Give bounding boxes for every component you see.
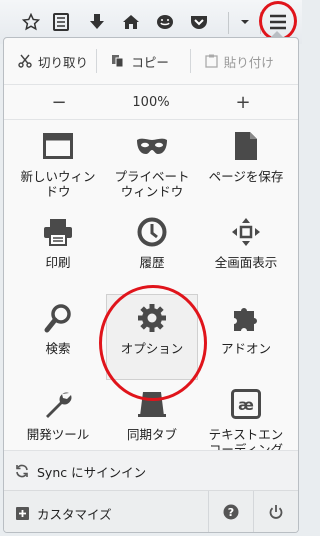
options-button[interactable]: オプション xyxy=(106,294,198,380)
tile-label: 新しいウィン ドウ xyxy=(20,169,96,199)
search-icon xyxy=(41,301,75,335)
tile-label: 印刷 xyxy=(45,255,71,270)
power-icon xyxy=(268,504,284,523)
scissors-icon xyxy=(18,54,32,68)
paste-button[interactable]: 貼り付け xyxy=(191,46,298,76)
svg-text:?: ? xyxy=(228,506,234,519)
tile-label: ページを保存 xyxy=(208,169,284,184)
copy-label: コピー xyxy=(131,54,169,70)
printer-icon xyxy=(41,215,75,249)
character-encoding-icon: æ xyxy=(229,387,263,421)
wrench-icon xyxy=(41,387,75,421)
tile-label: アドオン xyxy=(220,341,271,356)
private-window-button[interactable]: プライベート ウィンドウ xyxy=(106,122,198,208)
tile-label: 検索 xyxy=(45,341,71,356)
puzzle-icon xyxy=(229,301,263,335)
addons-button[interactable]: アドオン xyxy=(200,294,292,380)
main-menu-panel: 切り取り コピー 貼り付け − 100% + 新しいウィン ドウ プライベート … xyxy=(3,37,299,533)
help-icon: ? xyxy=(223,504,239,523)
overflow-chevron-down-icon[interactable] xyxy=(232,9,258,35)
save-page-button[interactable]: ページを保存 xyxy=(200,122,292,208)
new-window-button[interactable]: 新しいウィン ドウ xyxy=(12,122,104,208)
home-icon[interactable] xyxy=(118,9,144,35)
find-button[interactable]: 検索 xyxy=(12,294,104,380)
bookmark-star-icon[interactable] xyxy=(18,9,44,35)
cut-button[interactable]: 切り取り xyxy=(4,46,96,76)
fullscreen-button[interactable]: 全画面表示 xyxy=(200,208,292,294)
customize-label: カスタマイズ xyxy=(37,506,112,522)
customize-button[interactable]: カスタマイズ xyxy=(4,491,208,532)
svg-text:æ: æ xyxy=(238,396,254,414)
copy-button[interactable]: コピー xyxy=(97,46,189,76)
tile-label: 同期タブ xyxy=(126,427,177,442)
toolbar-separator xyxy=(228,12,229,34)
synced-tabs-icon xyxy=(135,387,169,421)
window-icon xyxy=(41,129,75,163)
tile-label: オプション xyxy=(120,341,184,356)
quit-button[interactable] xyxy=(253,491,298,532)
pocket-icon[interactable] xyxy=(186,9,212,35)
page-icon xyxy=(229,129,263,163)
menu-grid: 新しいウィン ドウ プライベート ウィンドウ ページを保存 印刷 履歴 全画面表… xyxy=(12,122,292,466)
paste-label: 貼り付け xyxy=(223,54,274,70)
mask-icon xyxy=(135,129,169,163)
zoom-reset-button[interactable]: 100% xyxy=(114,95,188,110)
print-button[interactable]: 印刷 xyxy=(12,208,104,294)
sync-signin-button[interactable]: Sync にサインイン xyxy=(4,450,298,491)
reading-list-icon[interactable] xyxy=(48,9,74,35)
cut-label: 切り取り xyxy=(38,54,89,70)
history-button[interactable]: 履歴 xyxy=(106,208,198,294)
zoom-in-button[interactable]: + xyxy=(188,92,298,113)
help-button[interactable]: ? xyxy=(208,491,253,532)
menu-footer: カスタマイズ ? xyxy=(4,490,298,532)
clipboard-icon xyxy=(205,54,218,68)
gear-icon xyxy=(135,301,169,335)
plus-icon xyxy=(16,506,29,520)
tile-label: プライベート ウィンドウ xyxy=(114,169,190,199)
download-icon[interactable] xyxy=(84,9,110,35)
copy-icon xyxy=(111,54,125,68)
tile-label: 開発ツール xyxy=(26,427,90,442)
sync-label: Sync にサインイン xyxy=(37,464,147,480)
fullscreen-arrows-icon xyxy=(229,215,263,249)
tile-label: 履歴 xyxy=(139,255,165,270)
social-share-icon[interactable] xyxy=(152,9,178,35)
clock-icon xyxy=(135,215,169,249)
sync-icon xyxy=(15,464,29,478)
zoom-out-button[interactable]: − xyxy=(4,92,114,113)
edit-controls: 切り取り コピー 貼り付け xyxy=(4,38,298,84)
zoom-controls: − 100% + xyxy=(4,84,298,120)
tile-label: 全画面表示 xyxy=(214,255,278,270)
